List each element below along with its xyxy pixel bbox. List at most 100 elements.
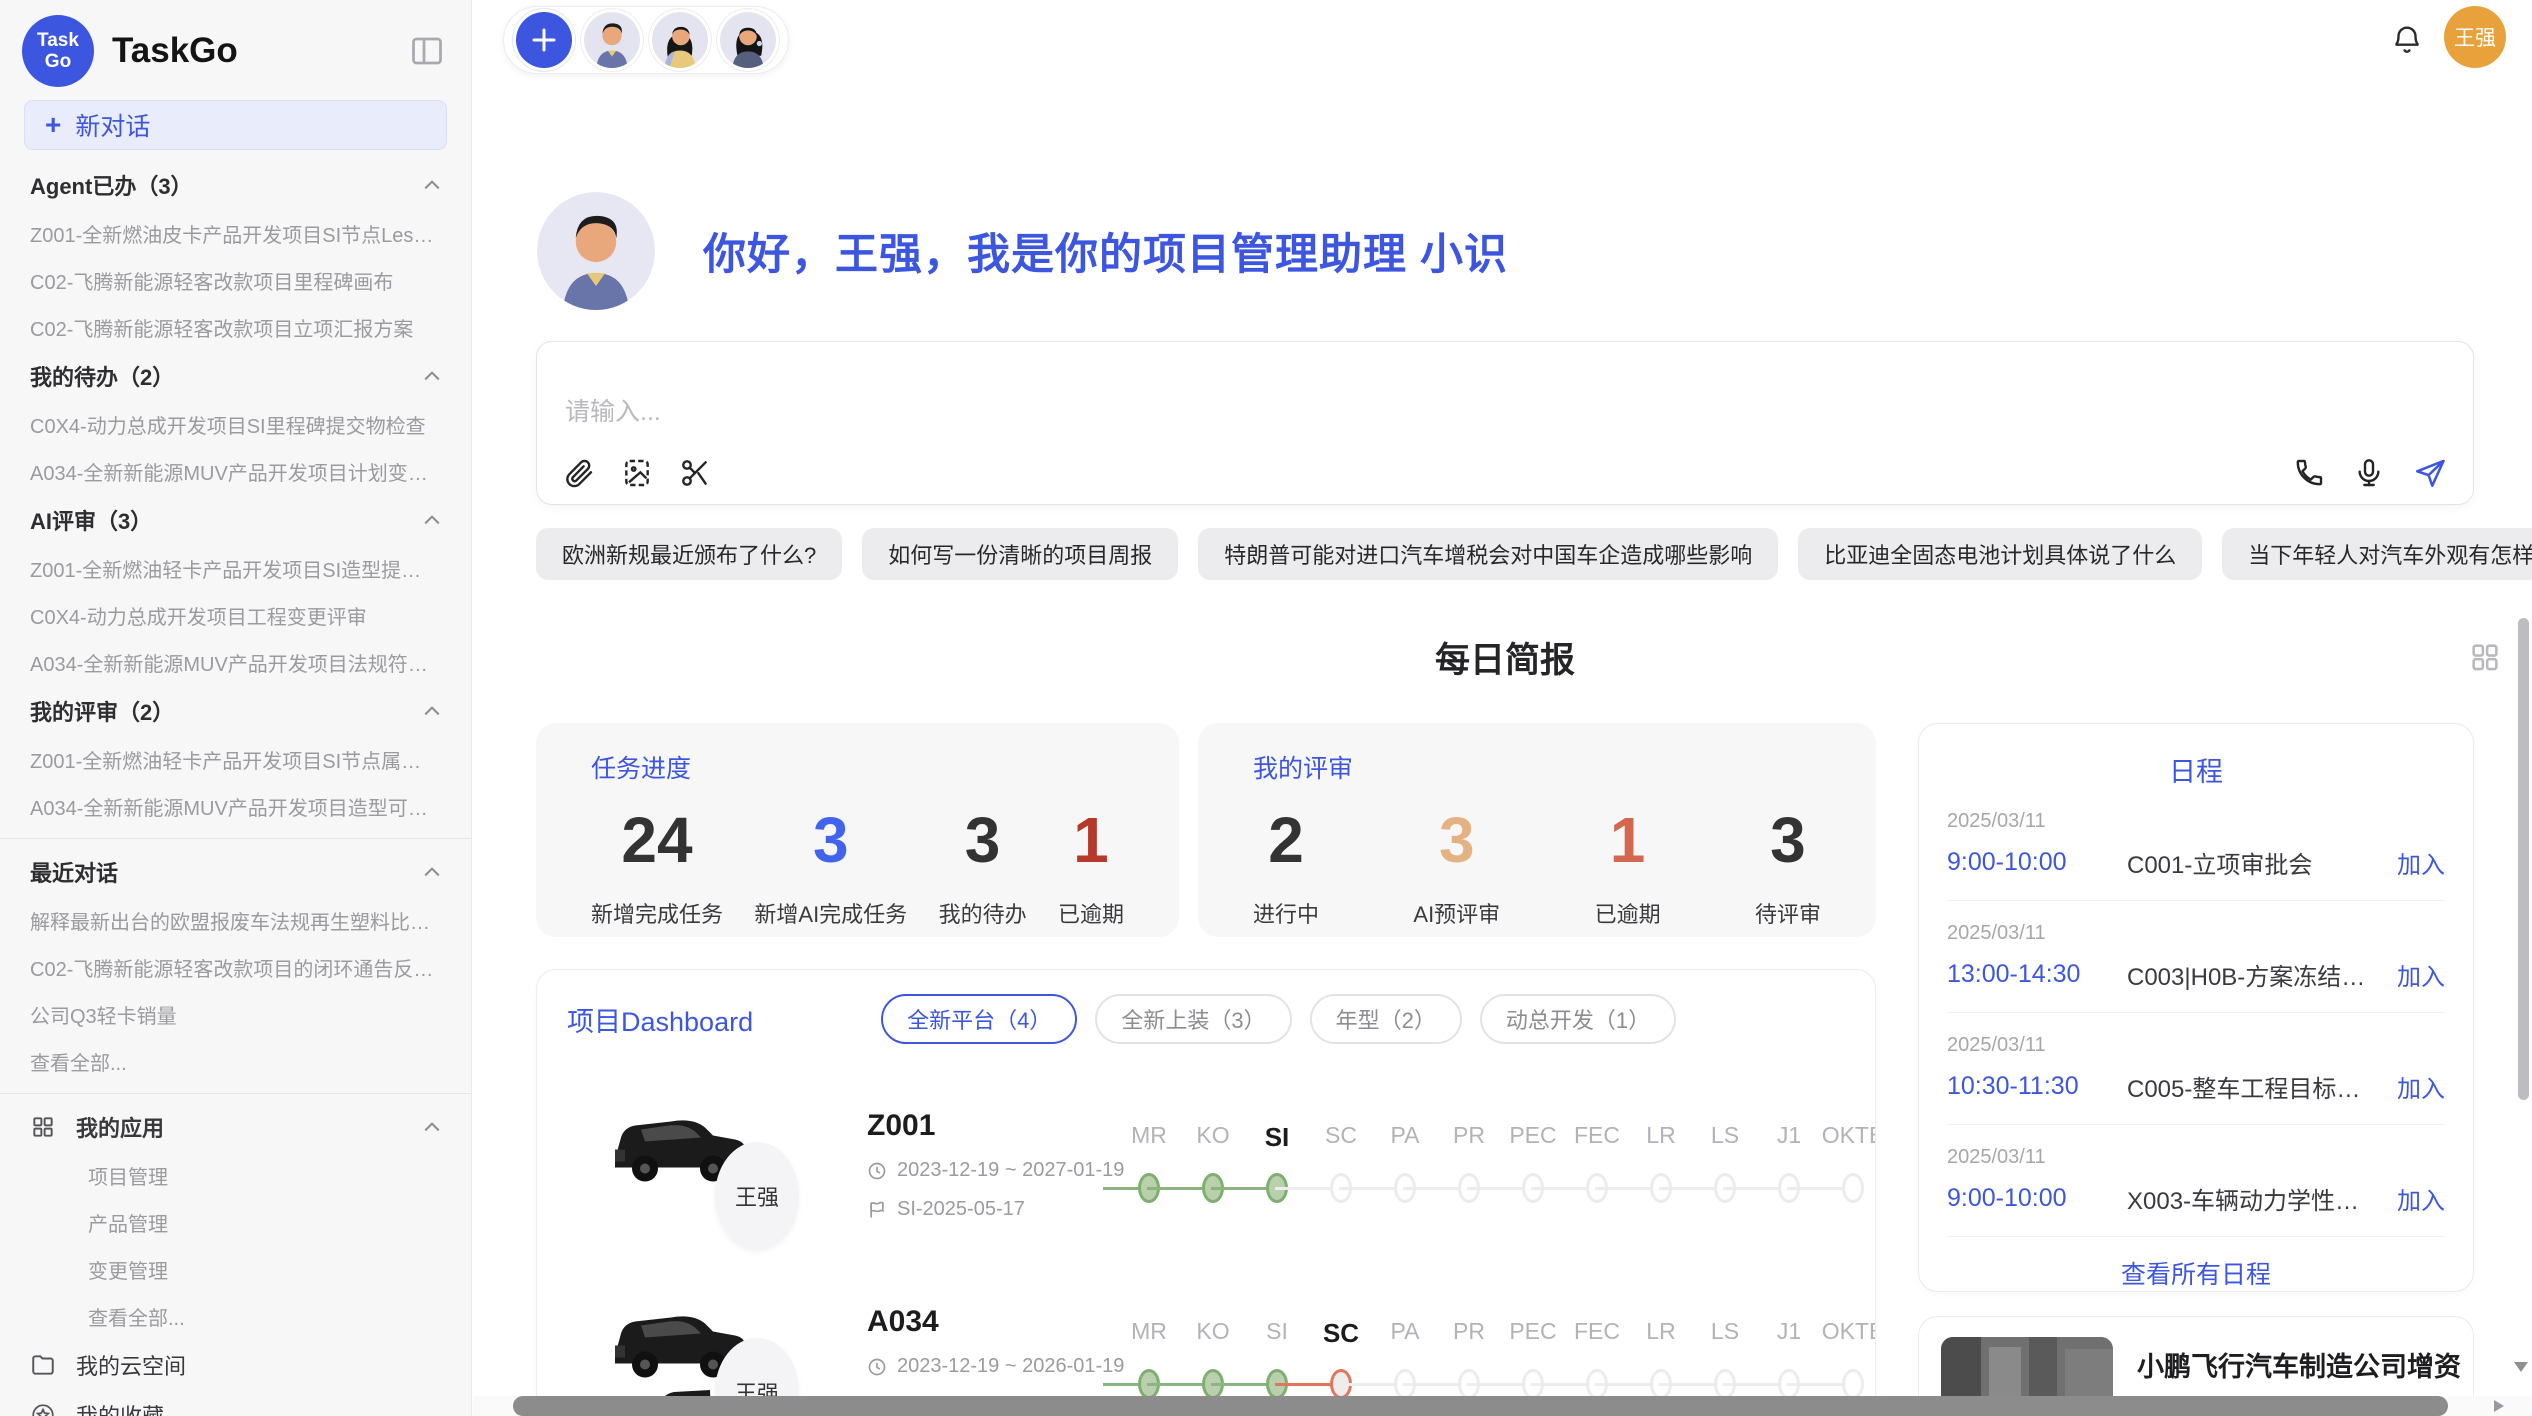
list-item[interactable]: Z001-全新燃油皮卡产品开发项目SI节点Lesson Learn报告 bbox=[0, 210, 471, 257]
suggestion-chip[interactable]: 欧洲新规最近颁布了什么? bbox=[536, 528, 842, 580]
section-title: AI评审（3） bbox=[30, 504, 152, 536]
list-item[interactable]: C0X4-动力总成开发项目工程变更评审 bbox=[0, 592, 471, 639]
milestone-label-FEC: FEC bbox=[1565, 1122, 1629, 1153]
list-item[interactable]: Z001-全新燃油轻卡产品开发项目SI造型提交物评审 bbox=[0, 545, 471, 592]
sidebar-item-favorites[interactable]: 我的收藏 bbox=[0, 1390, 471, 1416]
section-recent-chats[interactable]: 最近对话 bbox=[0, 847, 471, 897]
list-item[interactable]: A034-全新新能源MUV产品开发项目计划变更表编写 bbox=[0, 448, 471, 495]
scissors-icon[interactable] bbox=[679, 457, 711, 489]
owner-badge: 王强 bbox=[715, 1142, 799, 1250]
schedule-panel: 日程 2025/03/11 9:00-10:00 C001-立项审批会 加入 2… bbox=[1918, 723, 2474, 1292]
chevron-up-icon[interactable] bbox=[423, 370, 441, 382]
list-item[interactable]: C02-飞腾新能源轻客改款项目的闭环通告反馈情况 bbox=[0, 944, 471, 991]
tab-new-platform[interactable]: 全新平台（4） bbox=[881, 994, 1077, 1044]
layout-grid-icon[interactable] bbox=[2468, 640, 2502, 674]
join-button[interactable]: 加入 bbox=[2397, 1069, 2445, 1104]
add-assistant-button[interactable] bbox=[516, 12, 572, 68]
tab-year-model[interactable]: 年型（2） bbox=[1310, 994, 1462, 1044]
microphone-icon[interactable] bbox=[2353, 457, 2385, 489]
project-image: 王强 bbox=[597, 1090, 809, 1240]
join-button[interactable]: 加入 bbox=[2397, 1181, 2445, 1216]
sidebar-item-change-mgmt[interactable]: 变更管理 bbox=[0, 1246, 471, 1293]
section-my-apps[interactable]: 我的应用 bbox=[0, 1102, 471, 1152]
stat-in-progress: 2 进行中 bbox=[1253, 807, 1319, 929]
project-row[interactable]: 王强 Z001 2023-12-19 ~ 2027-01-19 SI-2025-… bbox=[567, 1090, 1845, 1240]
attachment-icon[interactable] bbox=[563, 457, 595, 489]
view-all-chats[interactable]: 查看全部... bbox=[0, 1038, 471, 1085]
divider bbox=[0, 1093, 471, 1094]
section-ai-review[interactable]: AI评审（3） bbox=[0, 495, 471, 545]
milestone-track: MRKOSISCPAPRPECFECLRLSJ1OKTB bbox=[1117, 1318, 1876, 1405]
list-item[interactable]: A034-全新新能源MUV产品开发项目法规符合性评审 bbox=[0, 639, 471, 686]
vertical-scrollbar[interactable] bbox=[2518, 618, 2529, 1100]
assistant-avatar-3[interactable] bbox=[720, 12, 776, 68]
main-area: 王强 你好，王强，我是你的项目管理助理 小识 bbox=[473, 0, 2532, 1416]
tab-new-body[interactable]: 全新上装（3） bbox=[1095, 994, 1291, 1044]
chat-input[interactable] bbox=[563, 356, 2447, 456]
list-item[interactable]: C02-飞腾新能源轻客改款项目立项汇报方案 bbox=[0, 304, 471, 351]
sidebar-item-project-mgmt[interactable]: 项目管理 bbox=[0, 1152, 471, 1199]
milestone-label-LR: LR bbox=[1629, 1122, 1693, 1153]
phone-call-icon[interactable] bbox=[2293, 457, 2325, 489]
section-my-review[interactable]: 我的评审（2） bbox=[0, 686, 471, 736]
milestone-label-SI: SI bbox=[1245, 1318, 1309, 1349]
new-chat-button[interactable]: + 新对话 bbox=[24, 100, 447, 150]
stat-ai-done: 3 新增AI完成任务 bbox=[754, 807, 907, 929]
list-item[interactable]: A034-全新新能源MUV产品开发项目造型可行性评审 bbox=[0, 783, 471, 830]
dashboard-title: 项目Dashboard bbox=[567, 1000, 753, 1039]
chevron-up-icon[interactable] bbox=[423, 1121, 441, 1133]
view-all-apps[interactable]: 查看全部... bbox=[0, 1293, 471, 1340]
scroll-right-arrow-icon[interactable] bbox=[2494, 1400, 2504, 1412]
scroll-down-arrow-icon[interactable] bbox=[2514, 1362, 2528, 1372]
chevron-up-icon[interactable] bbox=[423, 179, 441, 191]
chevron-up-icon[interactable] bbox=[423, 514, 441, 526]
suggestion-chip[interactable]: 当下年轻人对汽车外观有怎样的喜好趋势 bbox=[2222, 528, 2532, 580]
list-item[interactable]: 解释最新出台的欧盟报废车法规再生塑料比例被调至15%... bbox=[0, 897, 471, 944]
notification-bell-icon[interactable] bbox=[2390, 22, 2424, 56]
send-icon[interactable] bbox=[2413, 456, 2447, 490]
milestone-label-KO: KO bbox=[1181, 1122, 1245, 1153]
chevron-up-icon[interactable] bbox=[423, 866, 441, 878]
milestone-label-J1: J1 bbox=[1757, 1122, 1821, 1153]
greeting-text: 你好，王强，我是你的项目管理助理 小识 bbox=[703, 220, 1508, 282]
sidebar-item-product-mgmt[interactable]: 产品管理 bbox=[0, 1199, 471, 1246]
list-item[interactable]: C0X4-动力总成开发项目SI里程碑提交物检查 bbox=[0, 401, 471, 448]
stat-new-done: 24 新增完成任务 bbox=[591, 807, 723, 929]
project-code: A034 bbox=[867, 1305, 1109, 1339]
user-avatar[interactable]: 王强 bbox=[2444, 6, 2506, 68]
sidebar-item-label: 我的云空间 bbox=[76, 1349, 186, 1381]
section-my-todo[interactable]: 我的待办（2） bbox=[0, 351, 471, 401]
event-date: 2025/03/11 bbox=[1947, 1034, 2445, 1057]
join-button[interactable]: 加入 bbox=[2397, 845, 2445, 880]
sidebar-item-cloud-space[interactable]: 我的云空间 bbox=[0, 1340, 471, 1390]
assistant-avatar-1[interactable] bbox=[584, 12, 640, 68]
milestone-label-MR: MR bbox=[1117, 1318, 1181, 1349]
assistant-avatar-2[interactable] bbox=[652, 12, 708, 68]
task-progress-card: 任务进度 24 新增完成任务 3 新增AI完成任务 3 我的待办 1 已逾期 bbox=[536, 723, 1179, 937]
suggestion-chip[interactable]: 特朗普可能对进口汽车增税会对中国车企造成哪些影响 bbox=[1198, 528, 1778, 580]
event-date: 2025/03/11 bbox=[1947, 922, 2445, 945]
milestone-label-OKTB: OKTB bbox=[1821, 1122, 1876, 1153]
event-name: C005-整车工程目标评审 bbox=[2127, 1069, 2383, 1104]
image-upload-icon[interactable] bbox=[621, 457, 653, 489]
event-name: C003|H0B-方案冻结评审 bbox=[2127, 957, 2383, 992]
list-item[interactable]: Z001-全新燃油轻卡产品开发项目SI节点属性5D文件评审 bbox=[0, 736, 471, 783]
chevron-up-icon[interactable] bbox=[423, 705, 441, 717]
sidebar-collapse-icon[interactable] bbox=[409, 33, 445, 69]
suggestion-chip[interactable]: 如何写一份清晰的项目周报 bbox=[862, 528, 1178, 580]
news-title: 小鹏飞行汽车制造公司增资 bbox=[2137, 1345, 2474, 1384]
tab-powertrain[interactable]: 动总开发（1） bbox=[1480, 994, 1676, 1044]
new-chat-label: 新对话 bbox=[75, 107, 150, 143]
horizontal-scrollbar[interactable] bbox=[513, 1396, 2448, 1416]
milestone-label-LS: LS bbox=[1693, 1122, 1757, 1153]
milestone-dot-OKTB bbox=[1821, 1167, 1876, 1209]
suggestion-chip[interactable]: 比亚迪全固态电池计划具体说了什么 bbox=[1798, 528, 2202, 580]
list-item[interactable]: C02-飞腾新能源轻客改款项目里程碑画布 bbox=[0, 257, 471, 304]
list-item[interactable]: 公司Q3轻卡销量 bbox=[0, 991, 471, 1038]
view-all-schedule-link[interactable]: 查看所有日程 bbox=[1947, 1255, 2445, 1291]
flag-icon bbox=[867, 1200, 887, 1220]
section-agent-done[interactable]: Agent已办（3） bbox=[0, 160, 471, 210]
join-button[interactable]: 加入 bbox=[2397, 957, 2445, 992]
composer bbox=[536, 341, 2474, 505]
logo-line-1: Task bbox=[37, 30, 79, 51]
